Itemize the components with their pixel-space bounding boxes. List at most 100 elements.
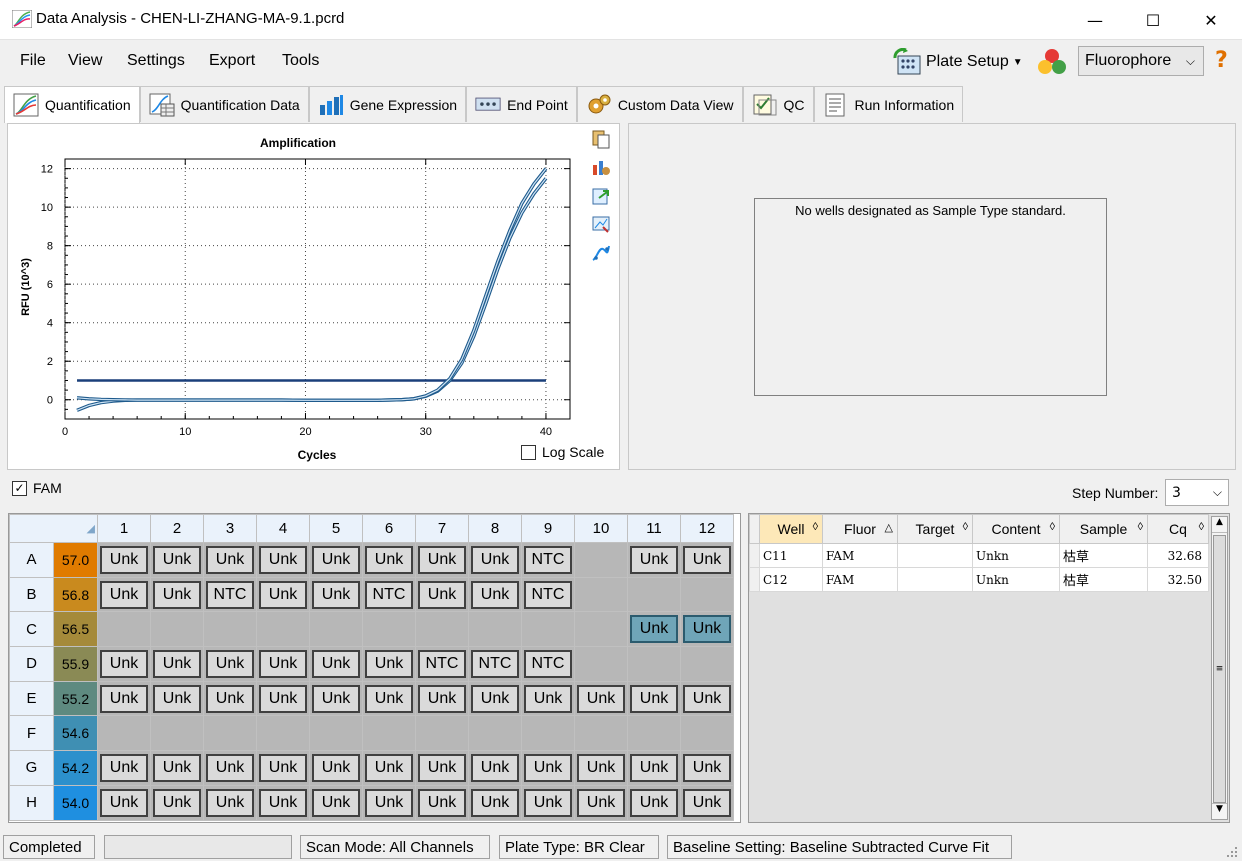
plate-well[interactable]: Unk — [203, 784, 257, 821]
plate-well[interactable]: NTC — [203, 576, 257, 613]
plate-well[interactable] — [468, 715, 522, 752]
plate-well[interactable]: Unk — [203, 646, 257, 682]
plate-row-header[interactable]: G — [9, 750, 54, 786]
plate-well[interactable]: Unk — [415, 784, 469, 821]
plate-column-header[interactable]: 1 — [97, 514, 151, 543]
menu-tools[interactable]: Tools — [282, 52, 319, 70]
plate-column-header[interactable]: 6 — [362, 514, 416, 543]
plate-well[interactable]: Unk — [415, 576, 469, 613]
plate-well[interactable] — [680, 576, 734, 613]
plate-well[interactable] — [256, 611, 310, 648]
plate-well[interactable]: Unk — [468, 542, 522, 578]
plate-well[interactable] — [362, 715, 416, 752]
menu-file[interactable]: File — [20, 52, 46, 70]
plate-well[interactable]: Unk — [309, 784, 363, 821]
plate-well[interactable]: Unk — [203, 680, 257, 717]
plate-well[interactable]: Unk — [362, 646, 416, 682]
menu-export[interactable]: Export — [209, 52, 255, 70]
log-scale-checkbox[interactable] — [521, 444, 536, 460]
zoom-icon[interactable] — [591, 214, 611, 234]
plate-well[interactable] — [627, 715, 681, 752]
plate-well[interactable]: Unk — [574, 750, 628, 786]
plate-well[interactable]: Unk — [627, 784, 681, 821]
traffic-light-icon[interactable] — [1036, 47, 1068, 77]
column-header-sample[interactable]: Sample ◊ — [1059, 514, 1148, 544]
plate-well[interactable] — [150, 611, 204, 648]
plate-well[interactable]: Unk — [680, 542, 734, 578]
plate-well[interactable]: Unk — [150, 646, 204, 682]
resize-grip-icon[interactable] — [1226, 846, 1238, 858]
plate-column-header[interactable]: 3 — [203, 514, 257, 543]
amplification-chart[interactable]: Amplification RFU (10^3) Cycles 0 2 4 6 8 10 1… — [7, 123, 620, 470]
plate-well[interactable]: Unk — [97, 750, 151, 786]
plate-well[interactable]: Unk — [203, 542, 257, 578]
plate-well[interactable]: Unk — [97, 646, 151, 682]
plate-well[interactable]: Unk — [574, 784, 628, 821]
plate-well[interactable]: Unk — [97, 784, 151, 821]
plate-row-header[interactable]: F — [9, 715, 54, 752]
column-header-fluor[interactable]: Fluor △ — [822, 514, 898, 544]
plate-well[interactable]: Unk — [627, 542, 681, 578]
plate-well[interactable]: Unk — [309, 542, 363, 578]
plate-well[interactable]: Unk — [150, 680, 204, 717]
plate-row-header[interactable]: E — [9, 680, 54, 717]
plate-well[interactable] — [150, 715, 204, 752]
plate-well[interactable] — [680, 646, 734, 682]
plate-well[interactable]: Unk — [415, 680, 469, 717]
plate-well[interactable] — [415, 611, 469, 648]
plate-column-header[interactable]: 5 — [309, 514, 363, 543]
plate-well[interactable]: Unk — [362, 542, 416, 578]
plate-column-header[interactable]: 2 — [150, 514, 204, 543]
plate-well[interactable]: Unk — [150, 784, 204, 821]
plate-well[interactable]: Unk — [680, 750, 734, 786]
menu-settings[interactable]: Settings — [127, 52, 185, 70]
plate-well[interactable]: Unk — [362, 784, 416, 821]
column-header-cq[interactable]: Cq ◊ — [1147, 514, 1209, 544]
step-number-select[interactable]: 3 ⌵ — [1165, 479, 1229, 506]
plate-well[interactable] — [521, 715, 575, 752]
column-header-content[interactable]: Content ◊ — [972, 514, 1060, 544]
plate-well[interactable]: Unk — [468, 576, 522, 613]
plate-corner[interactable]: ◢ — [9, 514, 98, 543]
table-row[interactable]: C12 FAM Unkn 枯草 32.50 — [749, 567, 1209, 592]
plate-well[interactable]: Unk — [521, 784, 575, 821]
plate-well[interactable]: NTC — [415, 646, 469, 682]
plate-row-header[interactable]: A — [9, 542, 54, 578]
tab-quantification[interactable]: Quantification — [4, 86, 140, 123]
fam-filter[interactable]: ✓ FAM — [12, 480, 62, 496]
plate-well[interactable]: Unk — [309, 646, 363, 682]
copy-icon[interactable] — [591, 129, 611, 149]
plate-well[interactable]: Unk — [256, 680, 310, 717]
plate-well[interactable] — [574, 715, 628, 752]
maximize-button[interactable]: ☐ — [1124, 0, 1182, 40]
plate-well[interactable] — [574, 542, 628, 578]
plate-well[interactable]: Unk — [150, 576, 204, 613]
plate-well[interactable] — [468, 611, 522, 648]
plate-column-header[interactable]: 4 — [256, 514, 310, 543]
plate-row-header[interactable]: D — [9, 646, 54, 682]
plate-well[interactable]: NTC — [468, 646, 522, 682]
plate-well[interactable]: Unk — [415, 542, 469, 578]
plate-well[interactable] — [680, 715, 734, 752]
plate-well[interactable]: NTC — [521, 576, 575, 613]
plate-well[interactable]: NTC — [521, 646, 575, 682]
plate-well[interactable]: Unk — [309, 680, 363, 717]
plate-column-header[interactable]: 11 — [627, 514, 681, 543]
plate-well[interactable]: Unk — [150, 750, 204, 786]
chart-tools-icon[interactable] — [591, 157, 611, 177]
plate-well[interactable] — [309, 715, 363, 752]
plate-well[interactable]: Unk — [256, 576, 310, 613]
close-button[interactable]: ✕ — [1182, 0, 1240, 40]
plate-well[interactable]: Unk — [362, 680, 416, 717]
fam-checkbox[interactable]: ✓ — [12, 480, 27, 496]
tab-quantification-data[interactable]: Quantification Data — [139, 86, 309, 122]
log-scale-toggle[interactable]: Log Scale — [521, 444, 604, 460]
minimize-button[interactable]: — — [1066, 0, 1124, 40]
plate-well[interactable]: Unk — [521, 750, 575, 786]
plate-well[interactable]: Unk — [468, 680, 522, 717]
plate-well[interactable]: Unk — [627, 611, 681, 648]
plate-well[interactable] — [574, 611, 628, 648]
plate-column-header[interactable]: 12 — [680, 514, 734, 543]
plate-well[interactable] — [627, 646, 681, 682]
plate-well[interactable] — [97, 715, 151, 752]
